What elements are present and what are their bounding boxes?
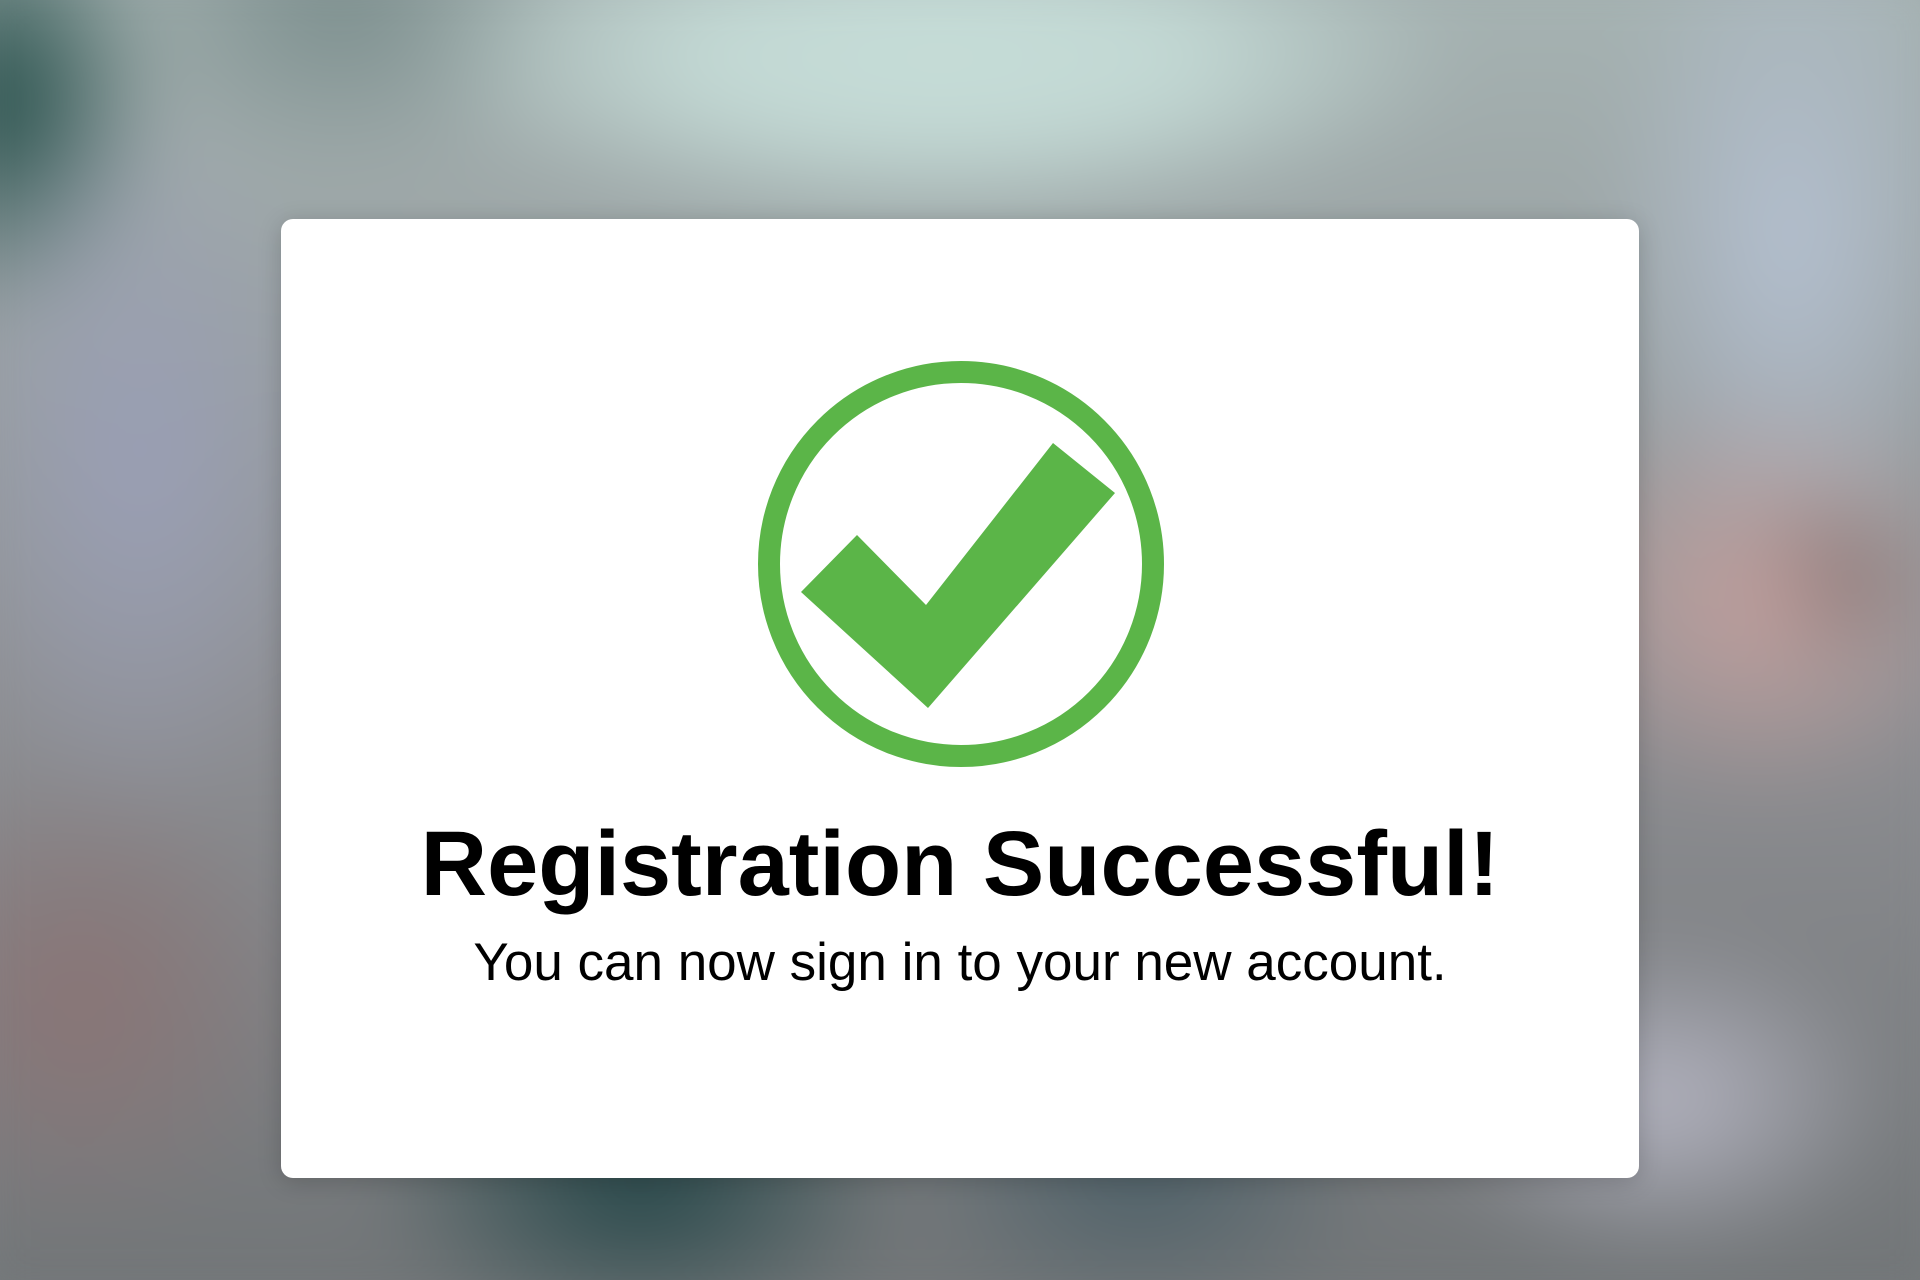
dialog-title: Registration Successful! bbox=[420, 813, 1500, 915]
success-dialog: Registration Successful! You can now sig… bbox=[281, 219, 1639, 1178]
check-circle-icon bbox=[756, 359, 1166, 769]
dialog-message: You can now sign in to your new account. bbox=[473, 933, 1447, 992]
